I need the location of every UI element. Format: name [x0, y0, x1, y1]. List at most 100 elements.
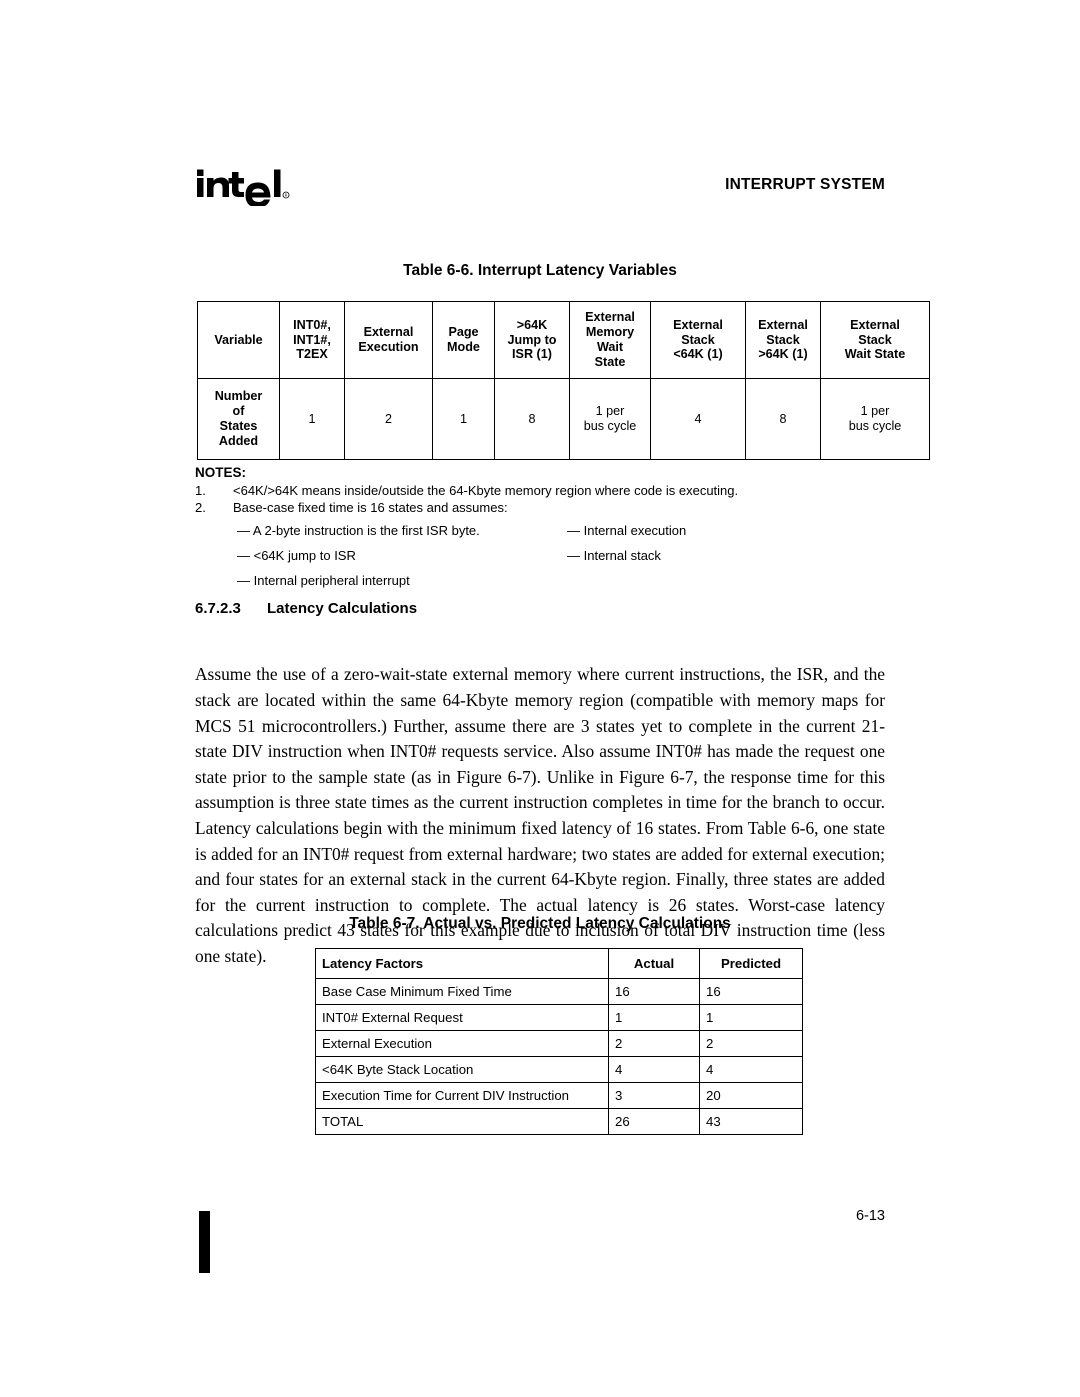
table-row: Number of States Added 1 2 1 8 1 per bus… — [197, 378, 930, 460]
cell-states-external-stack-over-64k: 8 — [745, 378, 821, 460]
cell-factor: External Execution — [315, 1030, 609, 1057]
header-line: T2EX — [296, 347, 328, 362]
row-label-number-of-states-added: Number of States Added — [197, 378, 280, 460]
table-row: Execution Time for Current DIV Instructi… — [315, 1082, 803, 1109]
assumption-right: — Internal stack — [567, 548, 661, 563]
column-header-predicted: Predicted — [699, 948, 803, 979]
cell-states-int-pins: 1 — [279, 378, 345, 460]
column-header-external-stack-wait-state: External Stack Wait State — [820, 301, 930, 379]
table-row: INT0# External Request 1 1 — [315, 1004, 803, 1031]
notes-title: NOTES: — [195, 465, 247, 480]
table-notes: NOTES: 1. <64K/>64K means inside/outside… — [195, 465, 885, 598]
section-heading: 6.7.2.3 Latency Calculations — [195, 600, 885, 617]
row-label-line: of — [232, 404, 245, 419]
header-line: External — [673, 317, 723, 332]
header-line: Stack — [858, 332, 892, 347]
table-header-row: Variable INT0#, INT1#, T2EX External Exe… — [197, 301, 930, 379]
table-row: TOTAL 26 43 — [315, 1108, 803, 1135]
cell-predicted: 1 — [699, 1004, 803, 1031]
header-line: Mode — [447, 340, 480, 354]
assumption-right: — Internal execution — [567, 523, 687, 538]
cell-factor: Execution Time for Current DIV Instructi… — [315, 1082, 609, 1109]
column-header-jump-to-isr: >64K Jump to ISR (1) — [494, 301, 570, 379]
header-line: External — [585, 310, 635, 325]
cell-factor: <64K Byte Stack Location — [315, 1056, 609, 1083]
document-page: R INTERRUPT SYSTEM Table 6-6. Interrupt … — [0, 0, 1080, 1397]
cell-predicted-total: 43 — [699, 1108, 803, 1135]
assumption-left: — Internal peripheral interrupt — [237, 573, 410, 588]
column-header-latency-factors: Latency Factors — [315, 948, 609, 979]
note-item: 2. Base-case fixed time is 16 states and… — [195, 500, 885, 515]
cell-states-external-stack-wait-state: 1 per bus cycle — [820, 378, 930, 460]
cell-line: bus cycle — [583, 419, 637, 433]
row-label-line: Added — [218, 433, 259, 448]
running-header: R INTERRUPT SYSTEM — [195, 160, 885, 216]
note-item: 1. <64K/>64K means inside/outside the 64… — [195, 483, 885, 498]
column-header-variable: Variable — [197, 301, 280, 379]
column-header-page-mode: Page Mode — [432, 301, 495, 379]
table-6-6-caption: Table 6-6. Interrupt Latency Variables — [403, 262, 677, 279]
column-header-external-stack-under-64k: External Stack <64K (1) — [650, 301, 746, 379]
cell-states-jump-to-isr: 8 — [494, 378, 570, 460]
header-line: Jump to — [507, 332, 557, 347]
cell-states-external-stack-under-64k: 4 — [650, 378, 746, 460]
assumption-row: — <64K jump to ISR — Internal stack — [237, 548, 885, 563]
header-line: INT0#, — [293, 317, 331, 332]
intel-logo: R — [195, 160, 290, 206]
cell-line: 8 — [779, 411, 787, 426]
header-line: Stack — [766, 332, 800, 347]
header-line: >64K (1) — [758, 347, 808, 362]
header-line: External — [850, 317, 900, 332]
header-line: Wait — [596, 340, 624, 354]
header-line: Execution — [358, 340, 419, 354]
header-line: Wait State — [844, 347, 906, 362]
section-number: 6.7.2.3 — [195, 600, 241, 617]
cell-line: 4 — [694, 411, 702, 426]
note-assumption-list: — A 2-byte instruction is the first ISR … — [237, 523, 885, 588]
cell-predicted: 16 — [699, 978, 803, 1005]
cell-factor: INT0# External Request — [315, 1004, 609, 1031]
assumption-left: — A 2-byte instruction is the first ISR … — [237, 523, 480, 538]
header-line: >64K — [516, 317, 548, 332]
header-line: <64K (1) — [673, 347, 723, 362]
header-line: State — [594, 354, 626, 369]
cell-line: 1 — [459, 411, 467, 426]
intel-logo-icon: R — [197, 169, 290, 206]
note-text: Base-case fixed time is 16 states and as… — [233, 500, 508, 515]
table-row: <64K Byte Stack Location 4 4 — [315, 1056, 803, 1083]
table-header-row: Latency Factors Actual Predicted — [315, 948, 803, 979]
interrupt-latency-variables-table: Variable INT0#, INT1#, T2EX External Exe… — [197, 301, 930, 460]
header-line: External — [758, 317, 808, 332]
cell-line: 1 per — [595, 404, 625, 419]
header-line: Memory — [585, 325, 635, 340]
cell-line: bus cycle — [848, 419, 902, 433]
cell-actual: 3 — [608, 1082, 700, 1109]
svg-text:R: R — [285, 193, 288, 198]
table-row: External Execution 2 2 — [315, 1030, 803, 1057]
row-label-line: States — [219, 419, 258, 433]
cell-line: 1 per — [860, 404, 890, 419]
header-line: External — [363, 325, 414, 340]
cell-actual: 4 — [608, 1056, 700, 1083]
assumption-left: — <64K jump to ISR — [237, 548, 356, 563]
note-number: 2. — [195, 500, 206, 515]
cell-line: 2 — [384, 411, 392, 426]
page-number: 6-13 — [855, 1208, 885, 1224]
assumption-row: — Internal peripheral interrupt — [237, 573, 885, 588]
cell-predicted: 2 — [699, 1030, 803, 1057]
cell-line: 1 — [308, 411, 316, 426]
cell-actual-total: 26 — [608, 1108, 700, 1135]
table-row: Base Case Minimum Fixed Time 16 16 — [315, 978, 803, 1005]
cell-predicted: 4 — [699, 1056, 803, 1083]
change-bar-mark — [199, 1211, 210, 1273]
cell-actual: 16 — [608, 978, 700, 1005]
column-header-external-execution: External Execution — [344, 301, 433, 379]
column-header-actual: Actual — [608, 948, 700, 979]
table-6-7-caption: Table 6-7. Actual vs. Predicted Latency … — [349, 915, 731, 932]
column-header-external-memory-wait-state: External Memory Wait State — [569, 301, 651, 379]
header-title: INTERRUPT SYSTEM — [725, 176, 885, 193]
cell-states-external-execution: 2 — [344, 378, 433, 460]
cell-states-page-mode: 1 — [432, 378, 495, 460]
header-line: Variable — [214, 332, 263, 347]
column-header-external-stack-over-64k: External Stack >64K (1) — [745, 301, 821, 379]
